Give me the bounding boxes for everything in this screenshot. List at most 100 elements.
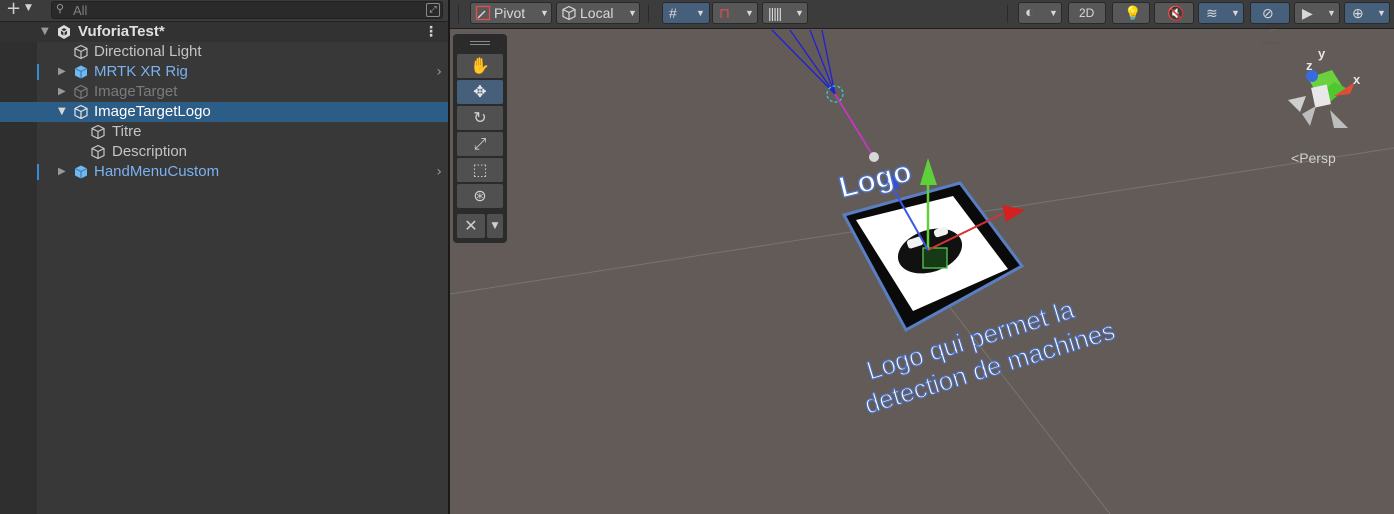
fold-arrow-icon[interactable]: ▼ bbox=[58, 102, 66, 122]
caret-down-icon: ▼ bbox=[745, 8, 754, 18]
hierarchy-panel: + ▼ ⚲ ⤢ ▼ VuforiaTest* ⋮ Directional Lig… bbox=[0, 0, 448, 514]
rect-icon: ⬚ bbox=[472, 160, 488, 179]
caret-down-icon: ▼ bbox=[25, 3, 32, 13]
caret-down-icon: ▼ bbox=[1049, 8, 1058, 18]
camera-settings-dropdown[interactable]: ▶ ▼ bbox=[1294, 2, 1340, 24]
tree-item-label: MRTK XR Rig bbox=[94, 63, 188, 80]
gizmos-dropdown[interactable]: ⊕ ▼ bbox=[1344, 2, 1390, 24]
unity-scene-icon bbox=[58, 25, 70, 39]
scale-tool-button[interactable]: ⤢ bbox=[457, 132, 503, 156]
tree-item-mrtk-xr-rig[interactable]: ▶ MRTK XR Rig › bbox=[0, 62, 448, 82]
gameobject-icon bbox=[91, 124, 105, 140]
tree-item-label: ImageTargetLogo bbox=[94, 103, 211, 120]
mode-2d-toggle[interactable]: 2D bbox=[1068, 2, 1106, 24]
chevron-right-icon[interactable]: › bbox=[436, 62, 442, 82]
local-label: Local bbox=[580, 5, 614, 21]
tree-item-directional-light[interactable]: Directional Light bbox=[0, 42, 448, 62]
hierarchy-search[interactable]: ⚲ ⤢ bbox=[51, 1, 443, 19]
fold-arrow-icon[interactable]: ▶ bbox=[58, 62, 66, 82]
ruler-toggle[interactable]: ||||| ▼ bbox=[762, 2, 808, 24]
custom-tools-button[interactable]: ✕ bbox=[457, 214, 485, 238]
scale-icon: ⤢ bbox=[473, 134, 487, 153]
prefab-icon bbox=[74, 65, 88, 79]
grid-snap-toggle[interactable]: # ▼ bbox=[662, 2, 710, 24]
camera-frustum bbox=[771, 29, 844, 103]
caret-down-icon: ▼ bbox=[491, 221, 499, 231]
scene-overlay-handle[interactable] bbox=[1260, 42, 1278, 44]
visibility-toggle[interactable]: ⊘ bbox=[1250, 2, 1290, 24]
search-input[interactable] bbox=[73, 2, 393, 18]
pivot-dropdown[interactable]: Pivot ▼ bbox=[470, 2, 552, 24]
rect-tool-button[interactable]: ⬚ bbox=[457, 158, 503, 182]
create-dropdown-button[interactable]: + ▼ bbox=[2, 0, 38, 19]
hand-icon: ✋ bbox=[470, 56, 490, 75]
scene-view[interactable]: Logo Logo qui permet la detection de mac… bbox=[450, 0, 1394, 514]
local-dropdown[interactable]: Local ▼ bbox=[556, 2, 640, 24]
effects-toggle[interactable]: ≋ ▼ bbox=[1198, 2, 1244, 24]
ruler-icon: ||||| bbox=[768, 5, 782, 21]
lightbulb-icon: 💡 bbox=[1124, 5, 1142, 21]
pivot-icon bbox=[475, 5, 491, 21]
move-arrows-icon: ✥ bbox=[473, 82, 487, 101]
tree-item-imagetarget[interactable]: ▶ ImageTarget bbox=[0, 82, 448, 102]
audio-toggle[interactable]: 🔇 bbox=[1154, 2, 1194, 24]
grip-icon[interactable] bbox=[470, 41, 490, 42]
tree-item-label: ImageTarget bbox=[94, 83, 178, 100]
magnet-icon: ⊓ bbox=[719, 5, 730, 21]
caret-down-icon: ▼ bbox=[696, 8, 705, 18]
caret-down-icon: ▼ bbox=[1377, 8, 1386, 18]
transform-tool-button[interactable]: ⊛ bbox=[457, 184, 503, 208]
tree-item-imagetargetlogo[interactable]: ▼ ImageTargetLogo bbox=[0, 102, 448, 122]
gizmo-globe-icon: ⊕ bbox=[1352, 5, 1364, 21]
camera-icon: ▶ bbox=[1302, 5, 1313, 21]
camera-ray bbox=[834, 93, 874, 157]
tools-overlay: ✋ ✥ ↻ ⤢ ⬚ ⊛ ✕ ▼ bbox=[453, 34, 507, 243]
kebab-menu-icon[interactable]: ⋮ bbox=[424, 22, 438, 42]
chevron-right-icon[interactable]: › bbox=[436, 162, 442, 182]
gizmo-z-label: z bbox=[1306, 58, 1313, 73]
search-options-icon[interactable]: ⤢ bbox=[426, 3, 440, 17]
shading-sphere-icon: ◐ bbox=[1025, 4, 1035, 21]
search-icon: ⚲ bbox=[56, 2, 65, 15]
custom-tools-dropdown[interactable]: ▼ bbox=[487, 214, 503, 238]
orientation-gizmo[interactable]: z y x bbox=[1288, 46, 1361, 128]
tree-item-label: HandMenuCustom bbox=[94, 163, 220, 180]
layers-icon: ≋ bbox=[1206, 5, 1218, 21]
toolbar-divider bbox=[648, 5, 649, 23]
scene-toolbar: Pivot ▼ Local ▼ # ▼ ⊓ ▼ ||||| ▼ ◐ ▼ 2D 💡… bbox=[450, 0, 1394, 29]
rotate-tool-button[interactable]: ↻ bbox=[457, 106, 503, 130]
grid-snap-icon: # bbox=[669, 5, 677, 21]
caret-down-icon: ▼ bbox=[540, 8, 549, 18]
plus-icon: + bbox=[6, 0, 22, 19]
image-target[interactable] bbox=[841, 181, 1025, 333]
x-axis-handle[interactable] bbox=[1002, 205, 1025, 222]
fold-arrow-icon[interactable]: ▼ bbox=[41, 22, 49, 42]
grip-icon[interactable] bbox=[470, 44, 490, 45]
speaker-muted-icon: 🔇 bbox=[1167, 5, 1185, 21]
caret-down-icon: ▼ bbox=[795, 8, 804, 18]
camera-origin-handle[interactable] bbox=[869, 152, 879, 162]
pivot-label: Pivot bbox=[494, 5, 526, 21]
increment-snap-toggle[interactable]: ⊓ ▼ bbox=[712, 2, 758, 24]
fold-arrow-icon[interactable]: ▶ bbox=[58, 162, 66, 182]
gizmo-x-label: x bbox=[1353, 72, 1361, 87]
lighting-toggle[interactable]: 💡 bbox=[1112, 2, 1150, 24]
move-tool-button[interactable]: ✥ bbox=[457, 80, 503, 104]
hand-tool-button[interactable]: ✋ bbox=[457, 54, 503, 78]
chevron-left-icon: < bbox=[1291, 150, 1300, 166]
tree-item-handmenucustom[interactable]: ▶ HandMenuCustom › bbox=[0, 162, 448, 182]
tree-item-description[interactable]: Description bbox=[0, 142, 448, 162]
scene-viewport[interactable]: Logo Logo qui permet la detection de mac… bbox=[450, 0, 1394, 514]
scene-name: VuforiaTest* bbox=[78, 23, 165, 40]
tree-item-label: Description bbox=[112, 143, 188, 160]
shading-mode-dropdown[interactable]: ◐ ▼ bbox=[1018, 2, 1062, 24]
y-axis-handle[interactable] bbox=[920, 158, 937, 185]
projection-toggle[interactable]: <Persp bbox=[1291, 150, 1336, 166]
rotate-icon: ↻ bbox=[473, 108, 487, 127]
fold-arrow-icon[interactable]: ▶ bbox=[58, 82, 66, 102]
wrench-icon: ✕ bbox=[464, 216, 478, 235]
gameobject-icon bbox=[91, 144, 105, 160]
tree-item-label: Directional Light bbox=[94, 43, 202, 60]
tree-item-titre[interactable]: Titre bbox=[0, 122, 448, 142]
scene-row[interactable]: ▼ VuforiaTest* ⋮ bbox=[0, 22, 448, 42]
